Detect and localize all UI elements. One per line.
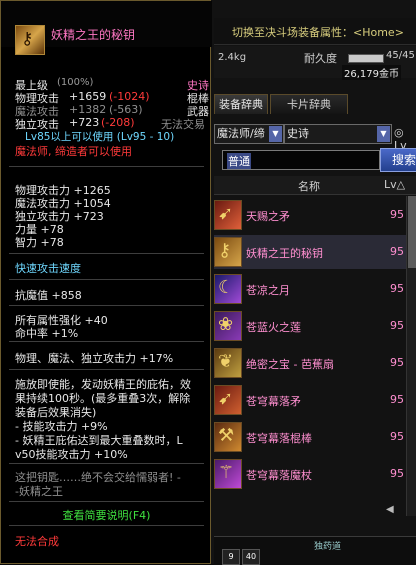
divider — [9, 279, 204, 280]
club-icon: ⚒ — [214, 422, 242, 452]
phys-atk-value: +1659 — [69, 90, 107, 103]
moon-icon: ☾ — [214, 274, 242, 304]
attack-speed: 快速攻击速度 — [15, 262, 81, 275]
chevron-down-icon[interactable]: ▼ — [269, 126, 282, 142]
quickslot-2[interactable]: 40 — [242, 549, 260, 565]
durability-label: 耐久度 — [304, 52, 337, 65]
list-item-level: 95 — [390, 282, 404, 295]
divider — [9, 166, 204, 167]
divider — [9, 525, 204, 526]
key-icon: ⚷ — [15, 25, 45, 55]
item-tooltip: ⚷ 妖精之王的秘钥 最上级 (100%) 史诗 物理攻击 +1659 (-102… — [0, 0, 212, 564]
list-item[interactable]: ☾ 苍凉之月 95 — [214, 272, 408, 306]
list-item[interactable]: ⚷ 妖精之王的秘钥 95 — [214, 235, 408, 269]
scroll-left-icon[interactable]: ◀ — [386, 504, 400, 518]
chevron-down-icon[interactable]: ▼ — [377, 126, 390, 142]
durability-fill — [349, 55, 383, 62]
ind-atk-delta: (-208) — [101, 116, 135, 129]
weight-value: 2.4kg — [218, 52, 247, 63]
mag-atk-value: +1382 — [69, 103, 107, 116]
spear-icon: ➹ — [214, 200, 242, 230]
list-item-level: 95 — [390, 245, 404, 258]
divider — [9, 463, 204, 464]
item-title: 妖精之王的秘钥 — [51, 28, 136, 42]
arena-switch-label: 切换至决斗场装备属性：<Home> — [232, 26, 404, 39]
list-item[interactable]: ❀ 苍蓝火之莲 95 — [214, 309, 408, 343]
search-button[interactable]: 搜索 — [380, 148, 416, 172]
scrollbar-thumb[interactable] — [408, 196, 416, 268]
list-item-name: 天赐之矛 — [246, 210, 290, 223]
list-item-level: 95 — [390, 208, 404, 221]
wand-icon: ⚚ — [214, 459, 242, 489]
quickbar-label: 独药道 — [314, 542, 342, 552]
divider — [9, 341, 204, 342]
flavor-line: -妖精之王 — [15, 485, 63, 498]
list-item-name: 苍穹幕落棍棒 — [246, 432, 312, 445]
filter-row: 魔法师/缔 ▼ 史诗 ▼ — [214, 124, 416, 144]
search-row: 普通 搜索 — [214, 148, 416, 172]
grade-percent: (100%) — [57, 77, 94, 88]
column-lv-header[interactable]: Lv△ — [384, 178, 405, 191]
brief-description-link[interactable]: 查看简要说明(F4) — [1, 507, 212, 523]
circle-icon: ◎ — [394, 126, 404, 139]
lotus-icon: ❀ — [214, 311, 242, 341]
list-item-level: 95 — [390, 430, 404, 443]
level-requirement: Lv85以上可以使用 (Lv95 - 10) — [25, 131, 175, 143]
stat-line: 智力 +78 — [15, 236, 64, 249]
durability-bar — [348, 54, 384, 63]
hit-rate: 命中率 +1% — [15, 327, 79, 340]
list-item-name: 苍蓝火之莲 — [246, 321, 301, 334]
class-filter-select[interactable]: 魔法师/缔 ▼ — [214, 124, 284, 144]
effect-line: v50技能攻击力 +10% — [15, 448, 128, 461]
list-item-level: 95 — [390, 393, 404, 406]
dictionary-tabs: 装备辞典 卡片辞典 — [214, 94, 416, 114]
list-item-level: 95 — [390, 467, 404, 480]
column-name-header[interactable]: 名称 — [298, 178, 320, 194]
magic-resist: 抗魔值 +858 — [15, 289, 82, 302]
rarity-filter-value: 史诗 — [287, 127, 309, 140]
no-compose-label: 无法合成 — [15, 535, 59, 548]
class-requirement: 魔法师, 缔造者可以使用 — [15, 145, 132, 158]
divider — [9, 253, 204, 254]
list-item-level: 95 — [390, 356, 404, 369]
tab-equipment-dictionary[interactable]: 装备辞典 — [214, 94, 268, 114]
gold-amount: 26,179金币 — [342, 65, 401, 80]
list-item[interactable]: ➹ 天赐之矛 95 — [214, 198, 408, 232]
list-item-name: 苍穹幕落魔杖 — [246, 469, 312, 482]
spear-icon: ➹ — [214, 385, 242, 415]
list-item[interactable]: ⚒ 苍穹幕落棍棒 95 — [214, 420, 408, 454]
list-item[interactable]: ➹ 苍穹幕落矛 95 — [214, 383, 408, 417]
list-item[interactable]: ⚚ 苍穹幕落魔杖 95 — [214, 457, 408, 491]
search-input-value: 普通 — [227, 153, 251, 169]
bottom-quickbar: 9 40 独药道 — [214, 536, 416, 565]
search-input[interactable]: 普通 — [222, 150, 380, 170]
divider — [9, 305, 204, 306]
durability-value: 45/45 — [386, 50, 415, 61]
class-filter-value: 魔法师/缔 — [217, 127, 265, 140]
list-item-name: 绝密之宝 - 芭蕉扇 — [246, 358, 334, 371]
key-icon: ⚷ — [214, 237, 242, 267]
phys-atk-delta: (-1024) — [109, 90, 150, 103]
mag-atk-delta: (-563) — [109, 103, 143, 116]
ind-atk-value: +723 — [69, 116, 100, 129]
list-header: 名称 Lv△ — [214, 176, 416, 195]
list-item-name: 苍穹幕落矛 — [246, 395, 301, 408]
list-item[interactable]: ❦ 绝密之宝 - 芭蕉扇 95 — [214, 346, 408, 380]
tab-card-dictionary[interactable]: 卡片辞典 — [270, 94, 348, 114]
attack-percent: 物理、魔法、独立攻击力 +17% — [15, 352, 174, 365]
list-item-name: 苍凉之月 — [246, 284, 290, 297]
fan-icon: ❦ — [214, 348, 242, 378]
list-item-name: 妖精之王的秘钥 — [246, 247, 323, 260]
rarity-filter-select[interactable]: 史诗 ▼ — [284, 124, 392, 144]
divider — [9, 501, 204, 502]
divider — [9, 369, 204, 370]
quickslot-1[interactable]: 9 — [222, 549, 240, 565]
list-item-level: 95 — [390, 319, 404, 332]
arena-switch-bar[interactable]: 切换至决斗场装备属性：<Home> — [214, 18, 416, 45]
list-scrollbar[interactable] — [406, 196, 416, 516]
